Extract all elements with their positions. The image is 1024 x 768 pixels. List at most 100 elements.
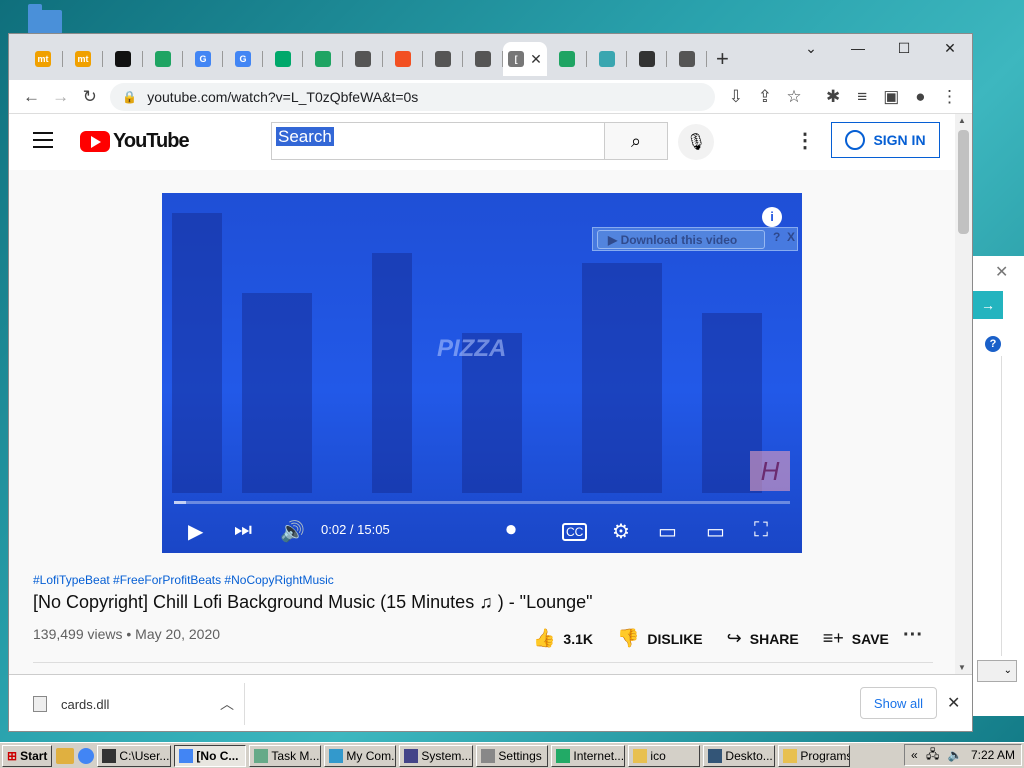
- scrollbar-thumb[interactable]: [958, 130, 969, 234]
- more-actions-icon[interactable]: ···: [903, 624, 923, 647]
- back-button[interactable]: ←: [17, 83, 46, 111]
- arrow-right-icon[interactable]: →: [973, 291, 1003, 319]
- tab[interactable]: [587, 42, 627, 76]
- globe-icon: [475, 51, 491, 67]
- volume-icon[interactable]: 🔊: [280, 519, 305, 544]
- taskbar-button[interactable]: Deskto...: [703, 744, 776, 767]
- close-shelf-icon[interactable]: ✕: [947, 693, 960, 713]
- download-video-button[interactable]: ▶ Download this video: [597, 230, 765, 249]
- show-all-button[interactable]: Show all: [860, 687, 937, 719]
- save-button[interactable]: ≡+ SAVE: [823, 628, 889, 649]
- tab[interactable]: [143, 42, 183, 76]
- video-player[interactable]: PIZZA i ▶ Download this video ? X H ▶ ⏭ …: [162, 193, 802, 553]
- close-window-button[interactable]: ✕: [927, 40, 972, 57]
- forward-button[interactable]: →: [46, 83, 75, 111]
- tray-expand-icon[interactable]: «: [911, 748, 918, 762]
- progress-bar[interactable]: [174, 501, 790, 504]
- download-close-icon[interactable]: X: [787, 230, 795, 244]
- start-button[interactable]: ⊞ Start: [2, 744, 53, 767]
- tab[interactable]: [423, 42, 463, 76]
- tab[interactable]: mt: [63, 42, 103, 76]
- tab[interactable]: [463, 42, 503, 76]
- tab[interactable]: [383, 42, 423, 76]
- tab[interactable]: mt: [23, 42, 63, 76]
- taskbar-button[interactable]: System...: [399, 744, 474, 767]
- sign-in-button[interactable]: SIGN IN: [831, 122, 940, 158]
- search-input[interactable]: Search: [271, 122, 605, 160]
- desktop-folder-icon[interactable]: [28, 4, 62, 34]
- channel-watermark[interactable]: H: [750, 451, 790, 491]
- scroll-up-icon[interactable]: ▲: [958, 116, 966, 125]
- miniplayer-icon[interactable]: ▭: [658, 519, 677, 544]
- explorer-quicklaunch-icon[interactable]: [56, 747, 75, 764]
- reload-button[interactable]: ↻: [75, 83, 104, 111]
- side-panel-icon[interactable]: ▣: [877, 83, 906, 111]
- settings-gear-icon[interactable]: ⚙: [612, 519, 630, 544]
- taskbar-button[interactable]: [No C...: [174, 744, 247, 767]
- network-icon[interactable]: 🖧: [926, 745, 939, 766]
- profile-avatar[interactable]: ●: [906, 83, 935, 111]
- tab[interactable]: [343, 42, 383, 76]
- scroll-down-icon[interactable]: ▼: [958, 663, 966, 672]
- taskbar-button[interactable]: Task M...: [249, 744, 322, 767]
- tab[interactable]: [547, 42, 587, 76]
- dropdown-chevron-icon[interactable]: ⌄: [977, 660, 1017, 682]
- chevron-up-icon[interactable]: ︿: [220, 694, 234, 714]
- tab-search-icon[interactable]: ⌄: [788, 40, 834, 57]
- maximize-button[interactable]: ☐: [881, 40, 927, 57]
- tab[interactable]: [667, 42, 707, 76]
- help-icon[interactable]: ?: [985, 336, 1001, 352]
- download-help-icon[interactable]: ?: [773, 230, 780, 244]
- scrollbar[interactable]: [1001, 356, 1017, 656]
- taskbar-button[interactable]: ico: [628, 744, 701, 767]
- new-tab-button[interactable]: +: [716, 46, 729, 72]
- microphone-icon[interactable]: 🎙: [678, 124, 714, 160]
- tab[interactable]: [627, 42, 667, 76]
- next-icon[interactable]: ⏭: [234, 519, 252, 542]
- autoplay-toggle[interactable]: ⏺: [506, 519, 516, 542]
- menu-icon[interactable]: ⋮: [935, 83, 964, 111]
- info-icon[interactable]: i: [762, 207, 782, 227]
- extensions-icon[interactable]: ✱: [819, 83, 848, 111]
- tab[interactable]: G: [183, 42, 223, 76]
- taskbar-button[interactable]: My Com...: [324, 744, 397, 767]
- taskbar-button-label: Settings: [498, 748, 542, 763]
- download-item[interactable]: cards.dll ︿: [17, 683, 245, 725]
- folder-icon: [783, 748, 798, 763]
- taskbar-button[interactable]: C:\User...: [97, 744, 172, 767]
- install-icon[interactable]: ⇩: [721, 83, 750, 111]
- share-page-icon[interactable]: ⇪: [750, 83, 779, 111]
- lock-icon[interactable]: 🔒: [122, 90, 137, 104]
- address-bar[interactable]: 🔒 youtube.com/watch?v=L_T0zQbfeWA&t=0s: [110, 82, 716, 111]
- taskbar-button[interactable]: Settings: [476, 744, 549, 767]
- tab[interactable]: [303, 42, 343, 76]
- chrome-quicklaunch-icon[interactable]: [78, 747, 95, 764]
- close-tab-icon[interactable]: ✕: [530, 51, 542, 68]
- minimize-button[interactable]: —: [835, 40, 881, 56]
- youtube-logo[interactable]: YouTube: [80, 130, 190, 153]
- tab[interactable]: [263, 42, 303, 76]
- clock[interactable]: 7:22 AM: [971, 748, 1015, 762]
- captions-button[interactable]: CC: [562, 523, 588, 541]
- share-button[interactable]: ↪ SHARE: [727, 628, 799, 649]
- like-button[interactable]: 👍 3.1K: [533, 628, 593, 649]
- volume-tray-icon[interactable]: 🔈: [948, 748, 963, 762]
- background-window[interactable]: ✕ → ? ⌄: [972, 256, 1024, 716]
- video-hashtags[interactable]: #LofiTypeBeat #FreeForProfitBeats #NoCop…: [33, 573, 334, 587]
- more-options-icon[interactable]: ⋮: [795, 128, 815, 153]
- media-control-icon[interactable]: ≡: [848, 83, 877, 111]
- dislike-button[interactable]: 👎 DISLIKE: [617, 628, 703, 649]
- close-icon[interactable]: ✕: [995, 262, 1008, 282]
- page-scrollbar[interactable]: ▲ ▼: [955, 114, 972, 674]
- tab[interactable]: [103, 42, 143, 76]
- play-icon[interactable]: ▶: [188, 519, 203, 544]
- bookmark-star-icon[interactable]: ☆: [779, 83, 808, 111]
- taskbar-button[interactable]: Programs: [778, 744, 851, 767]
- search-icon[interactable]: ⌕: [604, 122, 668, 160]
- tab[interactable]: G: [223, 42, 263, 76]
- theater-mode-icon[interactable]: ▭: [706, 519, 725, 544]
- hamburger-menu-icon[interactable]: [33, 132, 53, 148]
- fullscreen-icon[interactable]: ⛶: [754, 519, 768, 542]
- taskbar-button[interactable]: Internet...: [551, 744, 626, 767]
- tab[interactable]: [✕: [503, 42, 547, 76]
